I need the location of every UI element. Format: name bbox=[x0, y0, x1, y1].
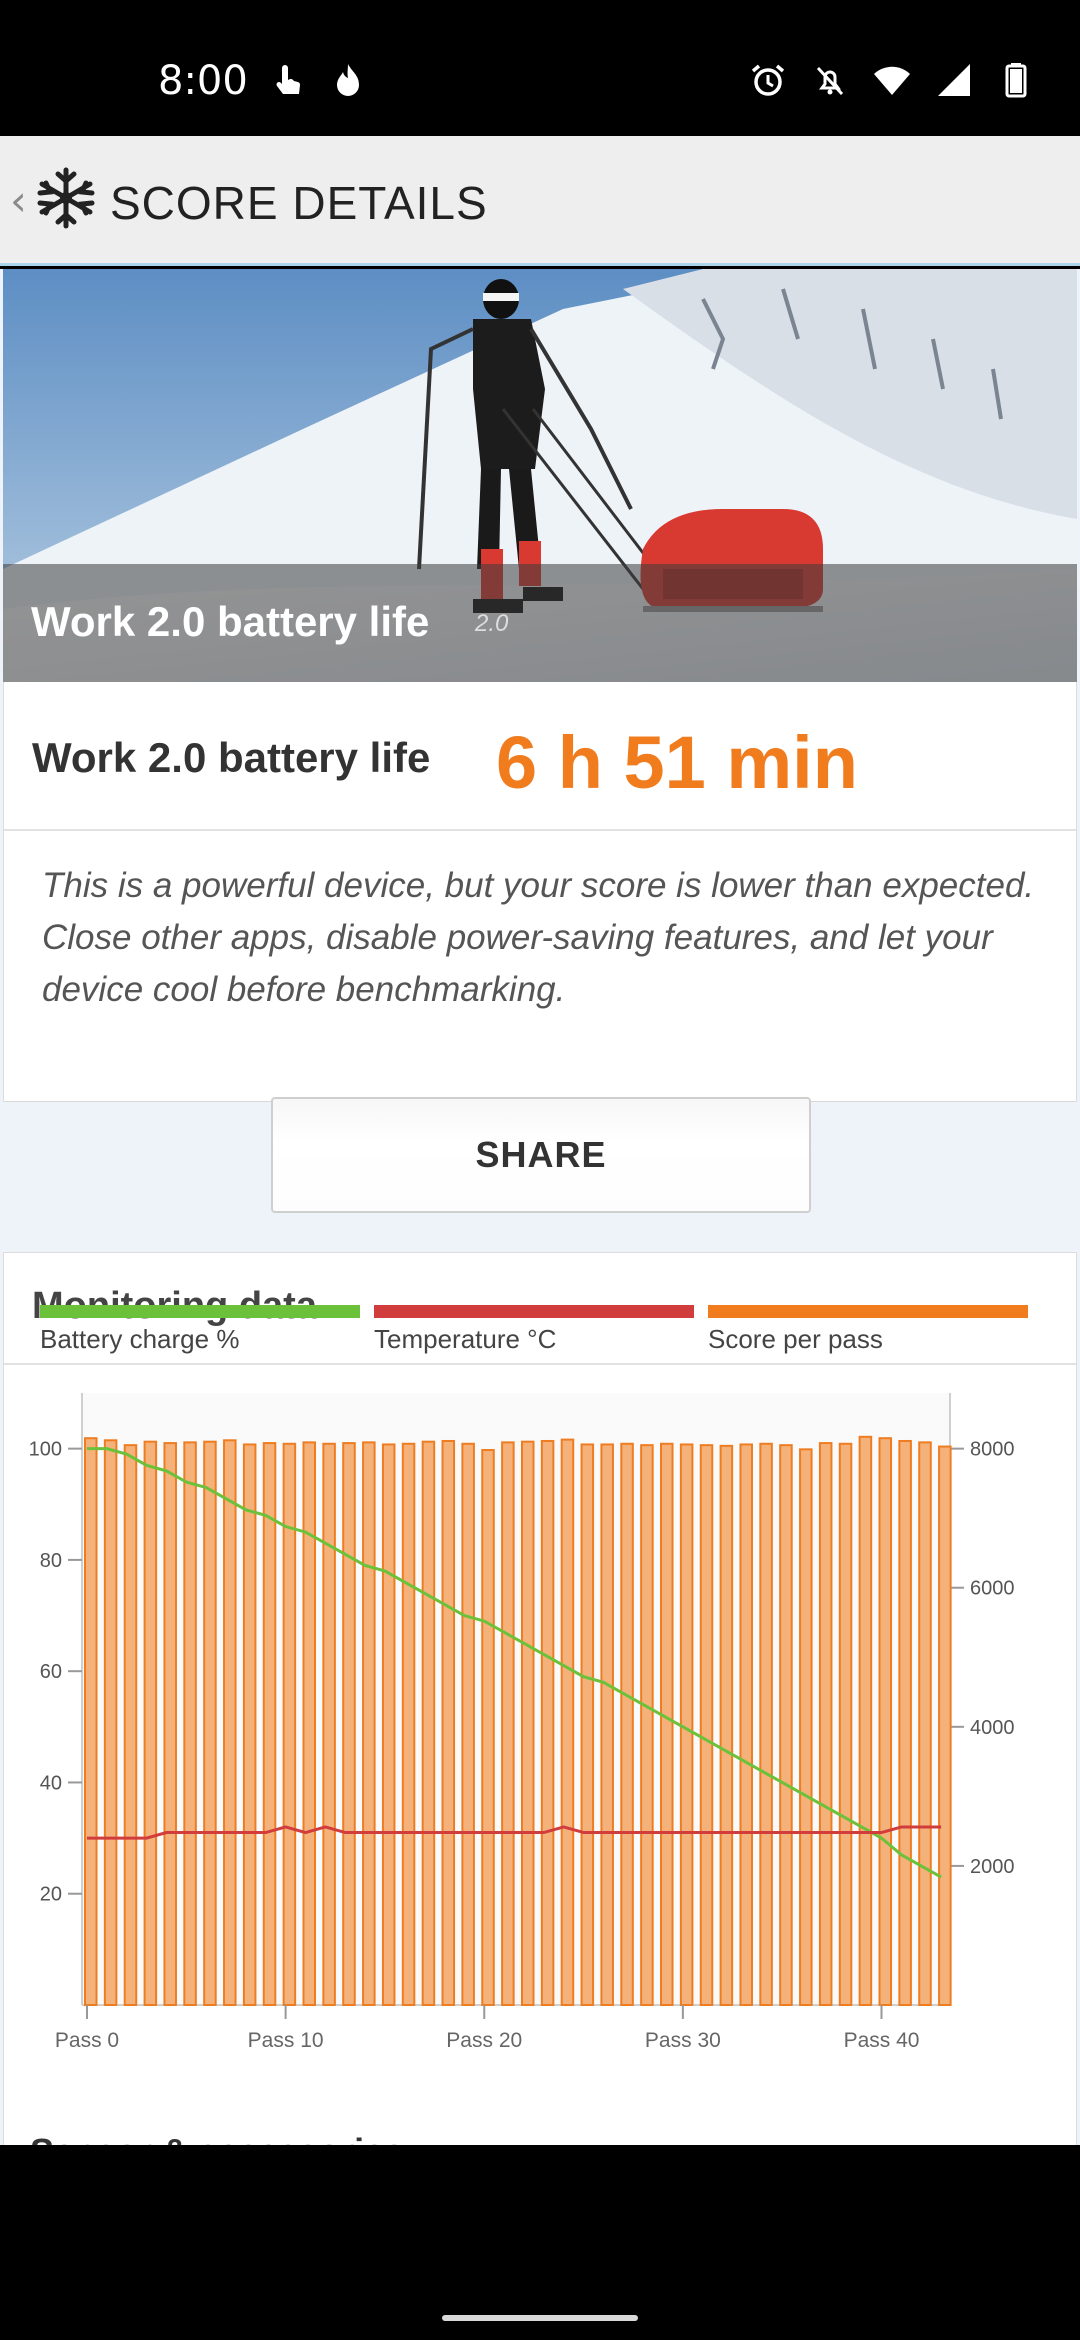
score-bar bbox=[262, 1442, 277, 2006]
legend-item-battery: Battery charge % bbox=[40, 1305, 360, 1355]
legend-label-battery: Battery charge % bbox=[40, 1324, 240, 1354]
score-bar bbox=[401, 1442, 416, 2006]
right-tick-label: 8000 bbox=[970, 1439, 1015, 1461]
x-tick-label: Pass 30 bbox=[645, 2029, 721, 2052]
notifications-off-icon bbox=[816, 66, 844, 96]
score-bar bbox=[143, 1440, 158, 2006]
score-bar bbox=[441, 1439, 456, 2006]
right-tick-label: 6000 bbox=[970, 1578, 1015, 1600]
score-row: Work 2.0 battery life 6 h 51 min bbox=[4, 682, 1076, 831]
x-tick-label: Pass 10 bbox=[248, 2029, 324, 2052]
legend-label-temperature: Temperature °C bbox=[374, 1324, 557, 1354]
score-bar bbox=[421, 1440, 436, 2006]
score-bar bbox=[84, 1437, 98, 2007]
share-button[interactable]: SHARE bbox=[271, 1097, 811, 1213]
legend-swatch-battery bbox=[40, 1305, 360, 1318]
score-bar bbox=[779, 1444, 793, 2006]
score-bar bbox=[719, 1444, 734, 2006]
score-bar bbox=[938, 1445, 952, 2007]
x-tick-label: Pass 40 bbox=[844, 2029, 920, 2052]
score-bar bbox=[699, 1444, 714, 2006]
score-bar bbox=[898, 1439, 912, 2006]
score-bar bbox=[918, 1441, 932, 2007]
score-bar bbox=[342, 1442, 356, 2006]
x-tick-label: Pass 0 bbox=[55, 2029, 119, 2052]
score-bar bbox=[242, 1443, 257, 2007]
left-tick-label: 60 bbox=[40, 1661, 62, 1683]
score-bar bbox=[660, 1442, 674, 2006]
score-bar bbox=[481, 1449, 495, 2006]
left-tick-label: 100 bbox=[29, 1439, 62, 1461]
touch-icon bbox=[276, 65, 301, 94]
score-bar bbox=[679, 1443, 694, 2007]
legend-swatch-score bbox=[708, 1305, 1028, 1318]
snowflake-logo-icon[interactable] bbox=[34, 166, 98, 230]
score-bar bbox=[580, 1443, 595, 2007]
content-area: Work 2.0 battery life 2.0 Work 2.0 batte… bbox=[0, 269, 1080, 2145]
score-bar bbox=[540, 1439, 555, 2006]
legend-item-temperature: Temperature °C bbox=[374, 1305, 694, 1355]
score-bar bbox=[362, 1441, 376, 2007]
score-message: This is a powerful device, but your scor… bbox=[42, 866, 1035, 1009]
score-bar bbox=[640, 1444, 654, 2006]
status-bar: 8:00 bbox=[0, 0, 1080, 136]
navigation-bar bbox=[0, 2145, 1080, 2340]
sensor-section-title: Sensor & accessories bbox=[30, 2131, 404, 2145]
score-bar bbox=[600, 1443, 614, 2007]
right-tick-label: 4000 bbox=[970, 1717, 1015, 1739]
score-bar bbox=[203, 1440, 217, 2006]
left-tick-label: 40 bbox=[40, 1772, 62, 1794]
score-bar bbox=[322, 1442, 336, 2006]
score-bar bbox=[103, 1439, 118, 2007]
score-value: 6 h 51 min bbox=[496, 721, 858, 804]
score-bar bbox=[520, 1440, 535, 2006]
hero-title: Work 2.0 battery life bbox=[31, 598, 430, 645]
score-bar bbox=[223, 1439, 237, 2007]
wifi-icon bbox=[874, 66, 910, 95]
chart-legend: Battery charge % Temperature °C Score pe… bbox=[0, 1305, 1080, 1365]
score-bar bbox=[461, 1442, 475, 2006]
flame-icon bbox=[337, 64, 359, 96]
legend-label-score: Score per pass bbox=[708, 1324, 883, 1354]
score-bar bbox=[163, 1442, 177, 2006]
left-tick-label: 80 bbox=[40, 1550, 62, 1572]
right-tick-label: 2000 bbox=[970, 1856, 1015, 1878]
score-bar bbox=[739, 1443, 753, 2007]
page-title: SCORE DETAILS bbox=[110, 177, 488, 229]
score-bar bbox=[858, 1435, 873, 2006]
status-right-icons bbox=[748, 60, 1036, 100]
alarm-icon bbox=[751, 64, 785, 96]
hero-image: Work 2.0 battery life 2.0 bbox=[3, 269, 1077, 682]
monitoring-chart: 20 40 60 80 100 2000 4000 6000 8000 Pass 0 Pass 10… bbox=[29, 1393, 1015, 2052]
score-bar bbox=[381, 1443, 396, 2007]
battery-icon bbox=[1005, 63, 1027, 98]
x-tick-label: Pass 20 bbox=[446, 2029, 522, 2052]
score-bar bbox=[838, 1442, 853, 2006]
score-label: Work 2.0 battery life bbox=[32, 734, 431, 781]
hero-version: 2.0 bbox=[475, 610, 509, 637]
legend-item-score: Score per pass bbox=[708, 1305, 1028, 1355]
score-bar bbox=[560, 1438, 575, 2006]
legend-swatch-temperature bbox=[374, 1305, 694, 1318]
chevron-left-icon[interactable]: ‹ bbox=[10, 176, 27, 225]
left-tick-label: 20 bbox=[40, 1884, 62, 1906]
score-bar bbox=[183, 1441, 197, 2007]
status-left-icons bbox=[268, 60, 368, 100]
app-header: ‹ SCORE DETAILS bbox=[0, 136, 1080, 266]
score-bar bbox=[759, 1442, 773, 2006]
score-bar bbox=[123, 1444, 138, 2006]
score-bar bbox=[302, 1441, 317, 2007]
score-bar bbox=[501, 1441, 515, 2007]
score-card: Work 2.0 battery life 6 h 51 min This is… bbox=[3, 682, 1077, 1102]
score-bar bbox=[878, 1437, 893, 2007]
score-bar bbox=[620, 1442, 634, 2006]
monitoring-card: Monitoring data 204060801002000400060008… bbox=[3, 1252, 1077, 2145]
status-time: 8:00 bbox=[158, 58, 248, 104]
score-bar bbox=[799, 1448, 813, 2006]
home-gesture-handle[interactable] bbox=[442, 2315, 638, 2321]
signal-icon bbox=[938, 64, 970, 96]
score-bar bbox=[818, 1442, 833, 2006]
